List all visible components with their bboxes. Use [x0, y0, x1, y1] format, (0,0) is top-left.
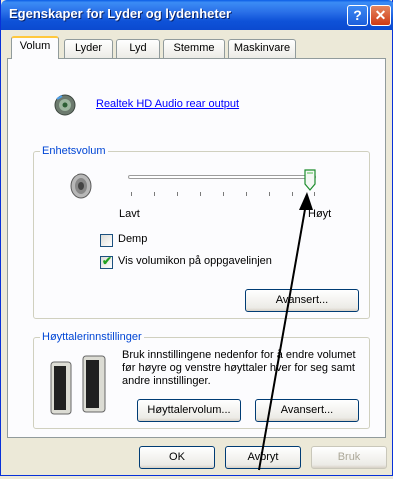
tab-volum[interactable]: Volum	[11, 36, 59, 59]
slider-tick	[131, 192, 132, 196]
tab-maskinvare[interactable]: Maskinvare	[228, 39, 296, 58]
cancel-button[interactable]: Avbryt	[225, 446, 301, 469]
mute-label[interactable]: Demp	[118, 233, 147, 245]
show-volume-icon-checkbox[interactable]: ✔	[100, 254, 113, 269]
tab-stemme[interactable]: Stemme	[163, 39, 225, 58]
title-bar[interactable]: Egenskaper for Lyder og lydenheter ? ✕	[1, 0, 393, 30]
dialog-window: Egenskaper for Lyder og lydenheter ? ✕ V…	[0, 0, 393, 476]
slider-tick	[154, 192, 155, 196]
slider-tick	[200, 192, 201, 196]
speaker-icon	[53, 93, 77, 120]
volume-speaker-icon	[67, 172, 93, 203]
speaker-description-line3: andre innstillinger.	[122, 375, 211, 387]
slider-tick	[223, 192, 224, 196]
show-volume-icon-label[interactable]: Vis volumikon på oppgavelinjen	[118, 255, 272, 267]
apply-button[interactable]: Bruk	[311, 446, 387, 469]
tab-lyder[interactable]: Lyder	[64, 39, 113, 58]
check-icon: ✔	[102, 254, 113, 268]
mute-checkbox[interactable]	[100, 234, 113, 247]
slider-max-label: Høyt	[308, 208, 332, 220]
slider-tick	[246, 192, 247, 196]
speaker-description-line2: før høyre og venstre høyttaler hver for …	[122, 362, 355, 374]
volume-slider-thumb[interactable]	[304, 169, 316, 191]
ok-button[interactable]: OK	[139, 446, 215, 469]
window-title: Egenskaper for Lyder og lydenheter	[9, 6, 232, 21]
slider-tick	[269, 192, 270, 196]
speaker-settings-title: Høyttalerinnstillinger	[40, 331, 144, 343]
device-name-link[interactable]: Realtek HD Audio rear output	[96, 98, 239, 110]
speakers-icon	[47, 354, 111, 419]
device-volume-title: Enhetsvolum	[40, 145, 108, 157]
volume-slider-track[interactable]	[128, 175, 316, 179]
speaker-volume-button[interactable]: Høyttalervolum...	[137, 399, 241, 422]
slider-tick	[314, 192, 315, 196]
speaker-description-line1: Bruk innstillingene nedenfor for å endre…	[122, 349, 356, 361]
tab-lyd[interactable]: Lyd	[116, 39, 160, 58]
slider-min-label: Lavt	[119, 208, 140, 220]
speaker-advanced-button[interactable]: Avansert...	[255, 399, 359, 422]
close-button[interactable]: ✕	[370, 5, 391, 26]
help-button[interactable]: ?	[347, 5, 368, 26]
slider-tick	[292, 192, 293, 196]
slider-tick	[177, 192, 178, 196]
device-advanced-button[interactable]: Avansert...	[245, 289, 359, 312]
